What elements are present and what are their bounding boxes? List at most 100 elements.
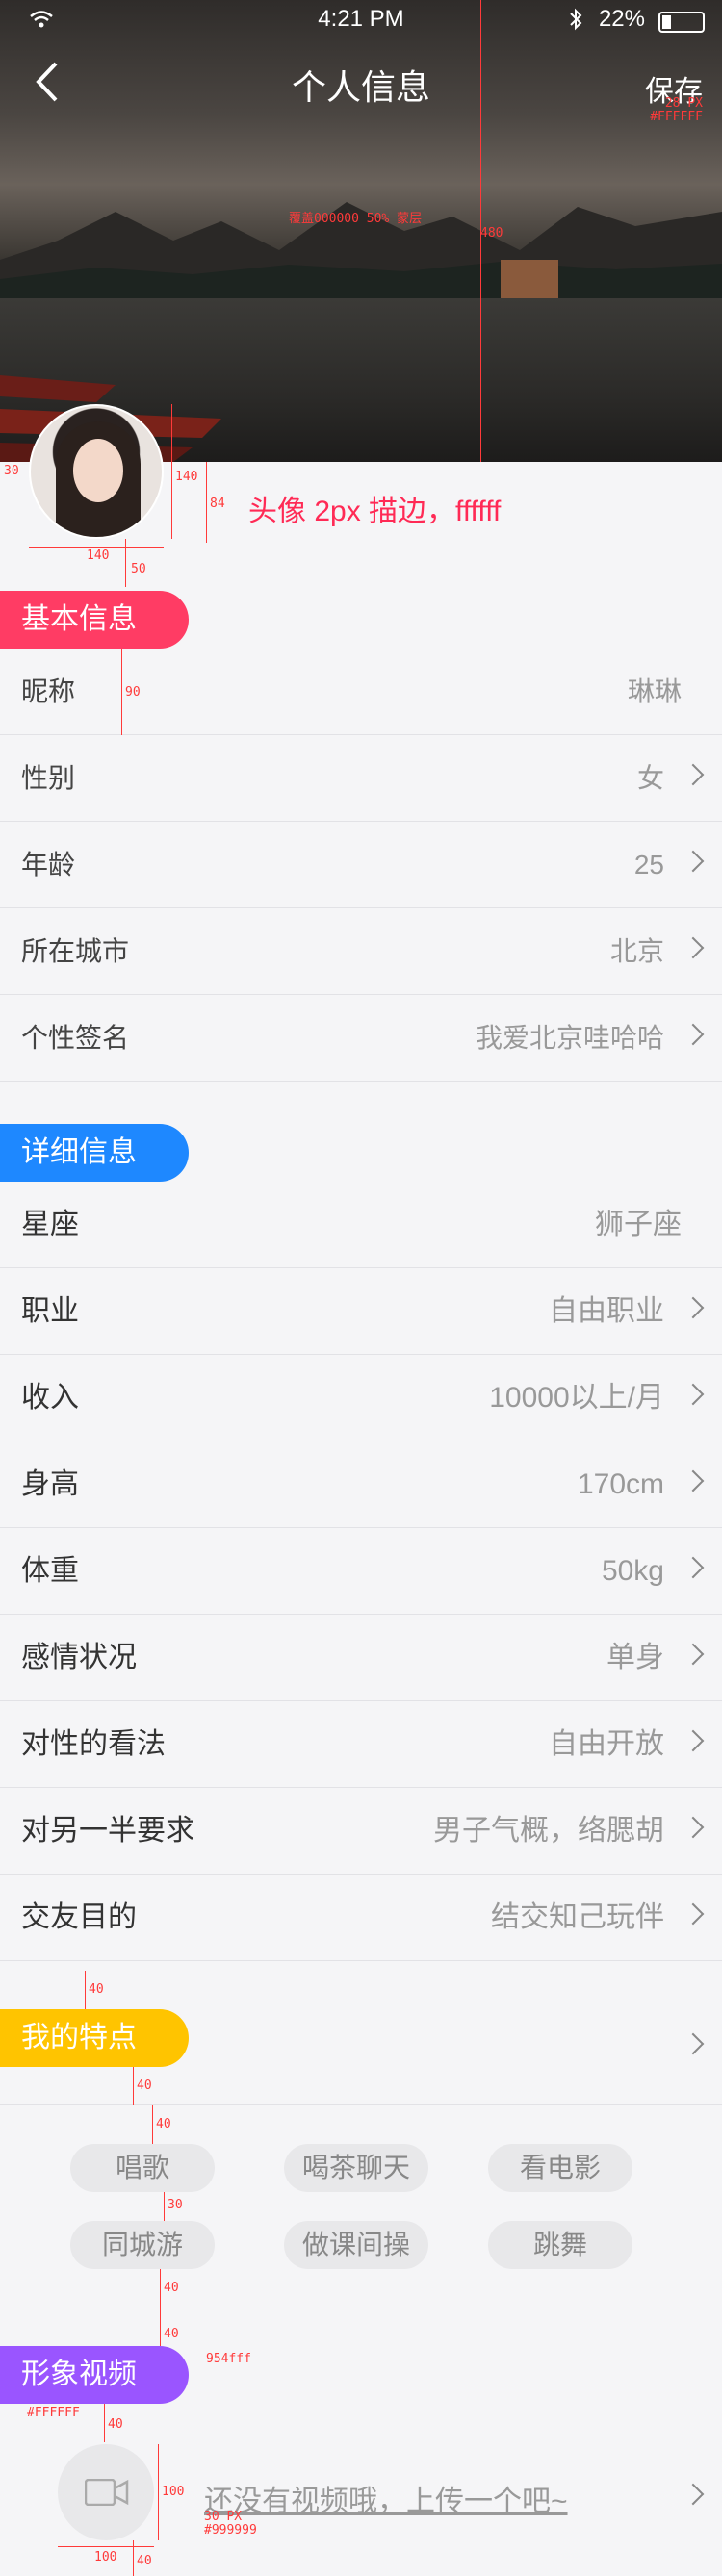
bluetooth-icon <box>570 8 582 31</box>
row-label: 体重 <box>21 1555 79 1587</box>
avatar-gap-annotation: 50 <box>131 562 146 576</box>
section-tag-basic: 基本信息 <box>0 591 189 649</box>
avatar-width-annotation: 140 <box>87 548 110 563</box>
row-age[interactable]: 年龄 25 <box>0 822 722 908</box>
chevron-right-icon <box>682 936 705 959</box>
building <box>501 260 558 298</box>
video-icon-height-guide <box>158 2444 159 2540</box>
traits-gap-annotation-2: 40 <box>137 2079 152 2093</box>
placeholder-color-annotation: #999999 <box>204 2523 257 2538</box>
row-signature[interactable]: 个性签名 我爱北京哇哈哈 <box>0 995 722 1082</box>
video-bottom-annotation: 40 <box>137 2554 152 2568</box>
video-bottom-guide <box>133 2540 134 2576</box>
chevron-right-icon <box>682 1816 705 1839</box>
chevron-right-icon <box>682 1902 705 1926</box>
video-icon-gap-annotation: 40 <box>108 2417 123 2432</box>
row-label: 对性的看法 <box>21 1728 166 1760</box>
row-value: 自由职业 <box>549 1295 664 1327</box>
video-icon-width-annotation: 100 <box>94 2550 117 2564</box>
trait-chip[interactable]: 跳舞 <box>488 2221 632 2269</box>
row-label: 所在城市 <box>21 936 130 966</box>
chevron-right-icon <box>682 1556 705 1579</box>
battery-percent: 22% <box>598 6 645 32</box>
chevron-right-icon <box>682 1383 705 1406</box>
row-label: 对另一半要求 <box>21 1815 194 1847</box>
chips-top-guide <box>152 2105 153 2144</box>
video-icon-height-annotation: 100 <box>162 2485 185 2499</box>
traits-header-row[interactable] <box>0 1980 722 2105</box>
avatar-gap-guide <box>125 539 126 587</box>
trait-chip[interactable]: 喝茶聊天 <box>284 2144 428 2192</box>
chevron-right-icon <box>682 1729 705 1752</box>
row-value: 自由开放 <box>549 1728 664 1760</box>
video-upload-button[interactable] <box>58 2444 154 2540</box>
save-color-annotation: #FFFFFF <box>650 110 703 124</box>
row-partner-requirement[interactable]: 对另一半要求 男子气概，络腮胡 <box>0 1788 722 1875</box>
height-annotation: 480 <box>480 226 503 241</box>
save-size-annotation: 28 PX <box>664 96 703 111</box>
chevron-right-icon[interactable] <box>682 2483 705 2506</box>
row-height-annotation: 90 <box>125 685 141 700</box>
video-placeholder-text[interactable]: 还没有视频哦，上传一个吧~ <box>204 2477 568 2519</box>
chips-gap-annotation: 30 <box>168 2198 183 2212</box>
avatar-note: 头像 2px 描边，ffffff <box>248 496 502 527</box>
video-icon-gap-guide <box>104 2404 105 2442</box>
video-tag-color-annotation: 954fff <box>206 2352 251 2366</box>
row-relationship[interactable]: 感情状况 单身 <box>0 1615 722 1701</box>
row-label: 年龄 <box>21 850 76 880</box>
row-city[interactable]: 所在城市 北京 <box>0 908 722 995</box>
row-gender[interactable]: 性别 女 <box>0 735 722 822</box>
trait-chip[interactable]: 唱歌 <box>70 2144 215 2192</box>
row-label: 昵称 <box>21 676 76 706</box>
section-tag-video: 形象视频 <box>0 2346 189 2404</box>
row-label: 身高 <box>21 1468 79 1500</box>
row-value: 170cm <box>577 1468 664 1500</box>
row-value: 25 <box>633 850 664 880</box>
row-purpose[interactable]: 交友目的 结交知己玩伴 <box>0 1875 722 1961</box>
row-job[interactable]: 职业 自由职业 <box>0 1268 722 1355</box>
traits-gap-guide-2 <box>133 2067 134 2105</box>
avatar[interactable] <box>29 404 164 539</box>
avatar-height-annotation: 140 <box>175 470 198 484</box>
row-height[interactable]: 身高 170cm <box>0 1441 722 1528</box>
status-bar: 4:21 PM 22% <box>0 0 722 40</box>
row-zodiac[interactable]: 星座 狮子座 <box>0 1182 722 1268</box>
battery-icon <box>658 12 705 33</box>
row-label: 个性签名 <box>21 1023 130 1053</box>
page-title: 个人信息 <box>291 67 430 107</box>
trait-chip[interactable]: 做课间操 <box>284 2221 428 2269</box>
row-label: 感情状况 <box>21 1642 137 1673</box>
chips-top-annotation: 40 <box>156 2117 171 2131</box>
avatar-height-guide <box>171 404 172 539</box>
row-value: 我爱北京哇哈哈 <box>475 1023 664 1053</box>
row-nickname[interactable]: 昵称 琳琳 <box>0 649 722 735</box>
chevron-right-icon <box>682 1023 705 1046</box>
avatar-offset-annotation: 84 <box>210 497 225 511</box>
row-label: 交友目的 <box>21 1901 137 1933</box>
video-camera-icon <box>85 2479 129 2506</box>
row-height-guide <box>121 649 122 735</box>
video-gap-annotation: 40 <box>164 2327 179 2341</box>
row-value: 50kg <box>601 1555 664 1587</box>
chevron-right-icon <box>682 2032 705 2055</box>
row-value: 男子气概，络腮胡 <box>433 1815 664 1847</box>
row-weight[interactable]: 体重 50kg <box>0 1528 722 1615</box>
row-label: 职业 <box>21 1295 79 1327</box>
row-label: 收入 <box>21 1382 79 1414</box>
trait-chip[interactable]: 同城游 <box>70 2221 215 2269</box>
placeholder-size-annotation: 30 PX <box>204 2510 243 2524</box>
chips-bottom-annotation: 40 <box>164 2281 179 2295</box>
trait-chip[interactable]: 看电影 <box>488 2144 632 2192</box>
video-tag-text-annotation: #FFFFFF <box>27 2406 80 2420</box>
row-income[interactable]: 收入 10000以上/月 <box>0 1355 722 1441</box>
row-value: 10000以上/月 <box>489 1382 664 1414</box>
row-value: 结交知己玩伴 <box>491 1901 664 1933</box>
mountain-silhouette <box>0 202 722 298</box>
row-value: 琳琳 <box>627 676 682 706</box>
video-icon-width-guide <box>58 2546 154 2547</box>
video-gap-guide <box>160 2308 161 2346</box>
row-attitude[interactable]: 对性的看法 自由开放 <box>0 1701 722 1788</box>
row-value: 女 <box>636 763 664 793</box>
chevron-right-icon <box>682 1469 705 1492</box>
avatar-offset-guide <box>206 462 207 543</box>
